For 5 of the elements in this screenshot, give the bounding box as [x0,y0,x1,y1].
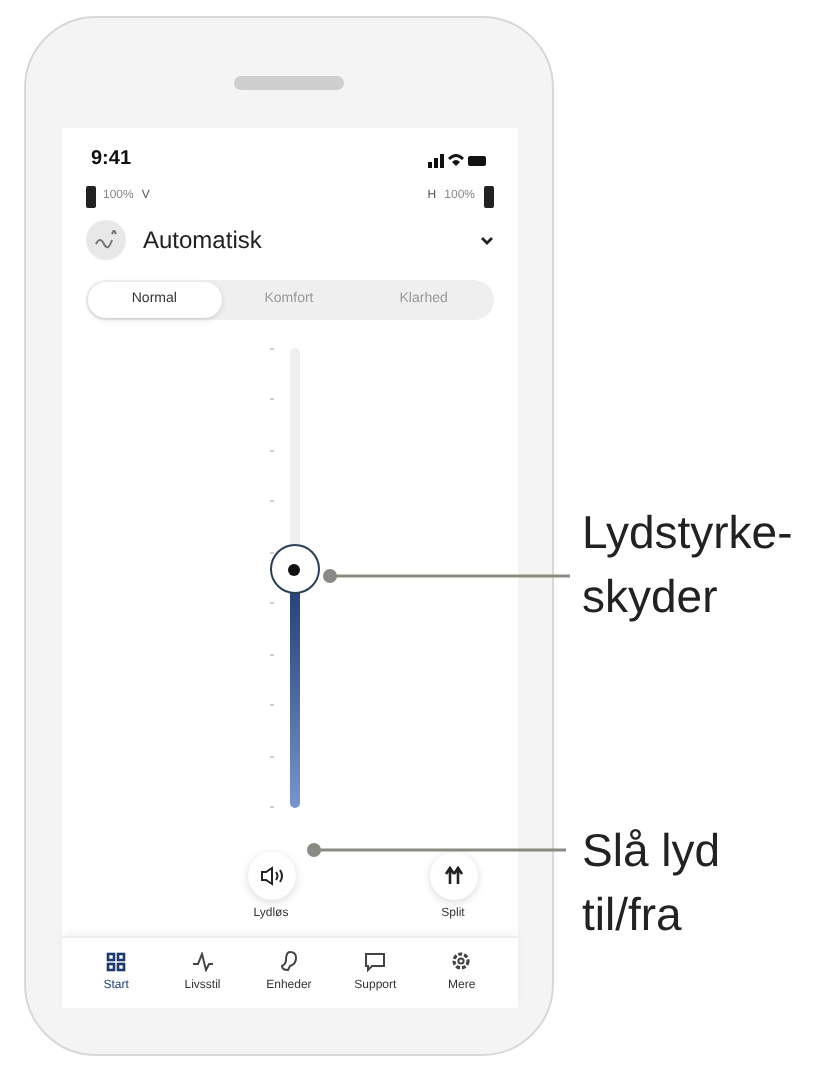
program-name: Automatisk [143,224,262,258]
program-selector[interactable]: Automatisk [61,216,517,264]
callout-label: Lydstyrke- skyder [582,504,793,626]
status-time: 9:41 [91,146,132,174]
callout-label: Slå lyd til/fra [582,822,721,944]
